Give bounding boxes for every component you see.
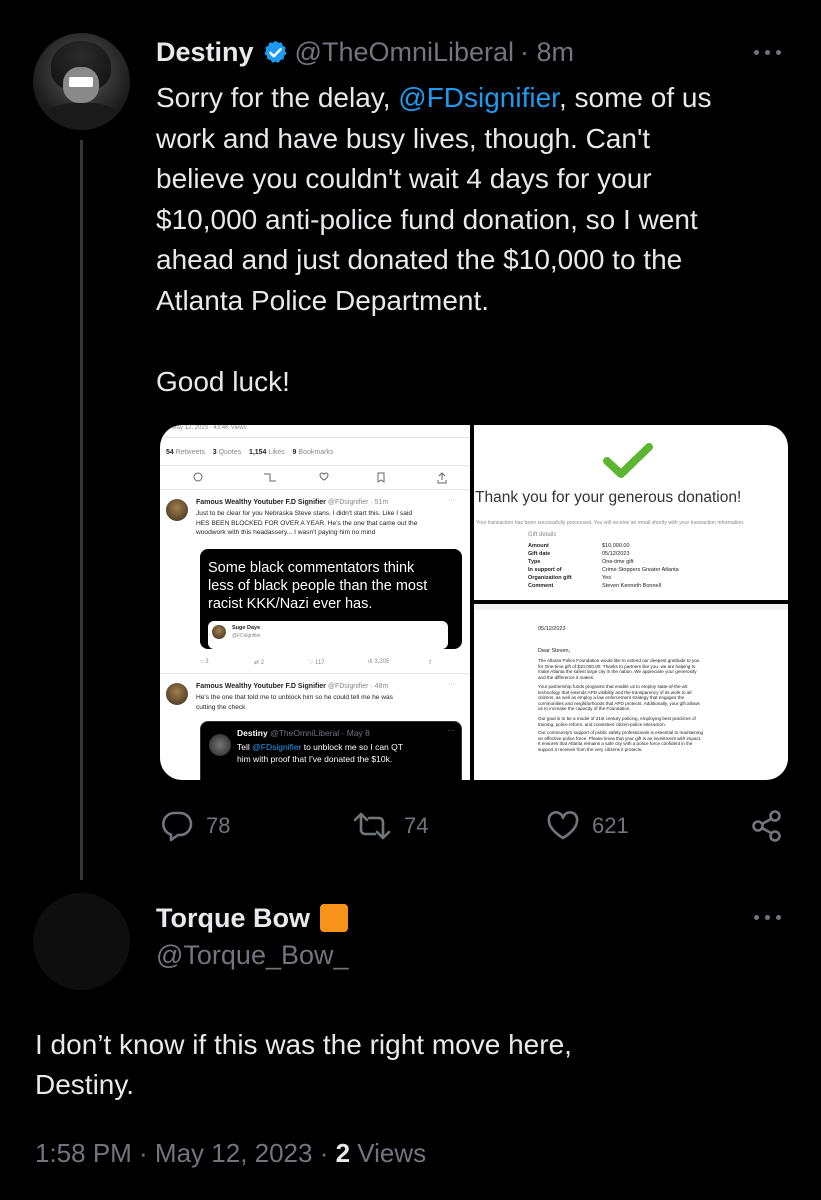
thread-line (80, 140, 83, 880)
share-button[interactable] (750, 808, 784, 844)
retweet-count: 74 (404, 813, 429, 838)
share-icon (752, 810, 781, 842)
reply1-avatar (166, 499, 188, 521)
quote-image-card: Some black commentators think less of bl… (200, 549, 462, 649)
mini-action-icons (193, 472, 447, 484)
stats-row: 54 Retweets 3 Quotes 1,154 Likes 9 Bookm… (166, 449, 334, 456)
author-handle[interactable]: @TheOmniLiberal (295, 37, 515, 68)
verified-icon (264, 40, 287, 63)
reply-header: Torque Bow (156, 898, 348, 938)
media-image-tweet-screenshot[interactable]: · May 12, 2023 · 43.4K Views 54 Retweets… (160, 425, 470, 780)
retweet-button[interactable]: 74 (352, 808, 428, 844)
reply-count: 78 (206, 813, 231, 838)
media-image-donation-receipt[interactable]: Thank you for your generous donation! Yo… (474, 425, 788, 600)
like-button[interactable]: 621 (546, 808, 629, 844)
retweet-icon (353, 812, 391, 840)
media-grid[interactable]: · May 12, 2023 · 43.4K Views 54 Retweets… (160, 425, 788, 780)
more-icon[interactable] (752, 48, 784, 58)
like-icon (547, 811, 579, 840)
reply2-avatar (166, 683, 188, 705)
reply-text: I don’t know if this was the right move … (35, 1029, 572, 1100)
reply-author-avatar[interactable] (33, 893, 130, 990)
tweet-text: Sorry for the delay, @FDsignifier, some … (156, 82, 712, 397)
mention-link[interactable]: @FDsignifier (398, 82, 559, 113)
reply-icon (162, 811, 193, 842)
media-image-thank-you-letter[interactable]: 05/12/2023 Dear Steven, The Atlanta Poli… (474, 604, 788, 780)
reply-author-name[interactable]: Torque Bow (156, 903, 310, 934)
author-avatar[interactable] (33, 33, 130, 130)
author-name[interactable]: Destiny (156, 37, 254, 68)
reply-button[interactable]: 78 (160, 808, 230, 844)
tweet-action-bar: 78 74 621 (160, 808, 790, 848)
quoted-tweet: Destiny @TheOmniLiberal · May 8 ··· Tell… (200, 721, 462, 780)
tweet-header: Destiny @TheOmniLiberal · 8m (156, 34, 574, 70)
views-count: 2 (335, 1138, 351, 1168)
reply-author-handle[interactable]: @Torque_Bow_ (156, 940, 349, 971)
checkmark-icon (603, 443, 653, 478)
like-count: 621 (592, 813, 629, 838)
orange-square-icon (319, 904, 348, 932)
reply-timestamp[interactable]: 1:58 PM · May 12, 2023 · 2 Views (35, 1138, 426, 1169)
more-icon[interactable] (752, 913, 784, 923)
tweet-time[interactable]: · 8m (520, 37, 574, 68)
